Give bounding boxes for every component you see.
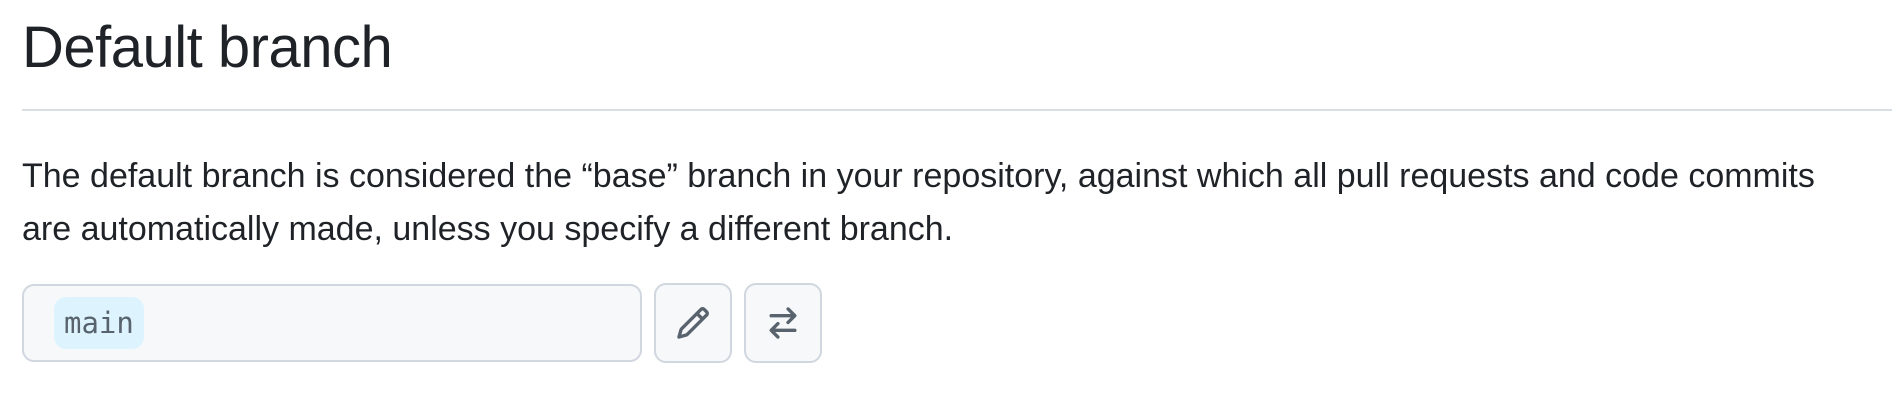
switch-default-branch-button[interactable] [744, 283, 822, 363]
default-branch-controls: main [22, 282, 822, 364]
section-title: Default branch [22, 15, 393, 80]
pencil-icon [675, 305, 711, 341]
rename-branch-button[interactable] [654, 283, 732, 363]
branch-name-badge: main [54, 297, 144, 349]
section-description: The default branch is considered the “ba… [22, 157, 1815, 248]
section-divider [22, 109, 1892, 111]
default-branch-section: Default branch The default branch is con… [0, 0, 1892, 418]
arrow-switch-icon [765, 305, 801, 341]
default-branch-display: main [22, 284, 642, 362]
